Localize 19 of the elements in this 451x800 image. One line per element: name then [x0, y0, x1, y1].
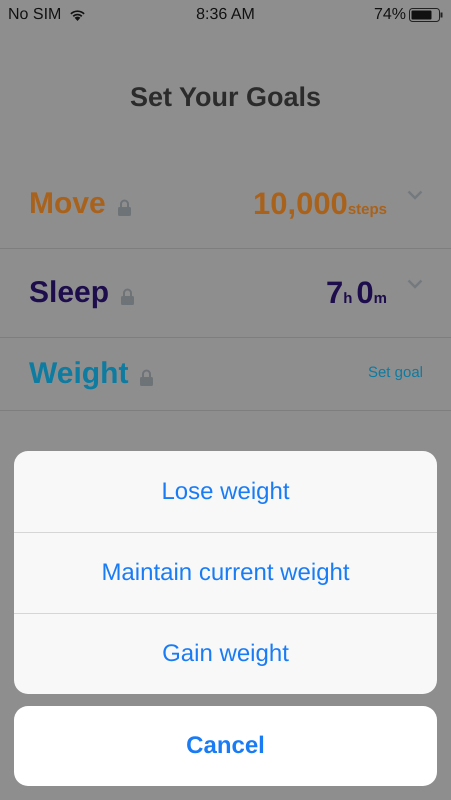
- chevron-down-icon[interactable]: [407, 190, 423, 200]
- wifi-icon: [69, 9, 86, 21]
- action-option[interactable]: Gain weight: [14, 613, 437, 694]
- goal-name: Move: [29, 187, 106, 221]
- carrier-label: No SIM: [8, 6, 62, 24]
- status-time: 8:36 AM: [196, 6, 255, 24]
- chevron-down-icon[interactable]: [407, 279, 423, 289]
- goal-name: Weight: [29, 357, 128, 391]
- action-option[interactable]: Lose weight: [14, 451, 437, 532]
- action-option[interactable]: Maintain current weight: [14, 532, 437, 613]
- battery-percent: 74%: [374, 6, 406, 24]
- page-title: Set Your Goals: [128, 82, 322, 114]
- lock-icon: [140, 368, 154, 386]
- lock-icon: [118, 198, 131, 216]
- goal-name: Sleep: [29, 276, 110, 310]
- battery-icon: [408, 8, 443, 22]
- lock-icon: [121, 288, 134, 304]
- cancel-button[interactable]: Cancel: [14, 706, 437, 786]
- goal-value[interactable]: 7h 0m: [326, 275, 391, 311]
